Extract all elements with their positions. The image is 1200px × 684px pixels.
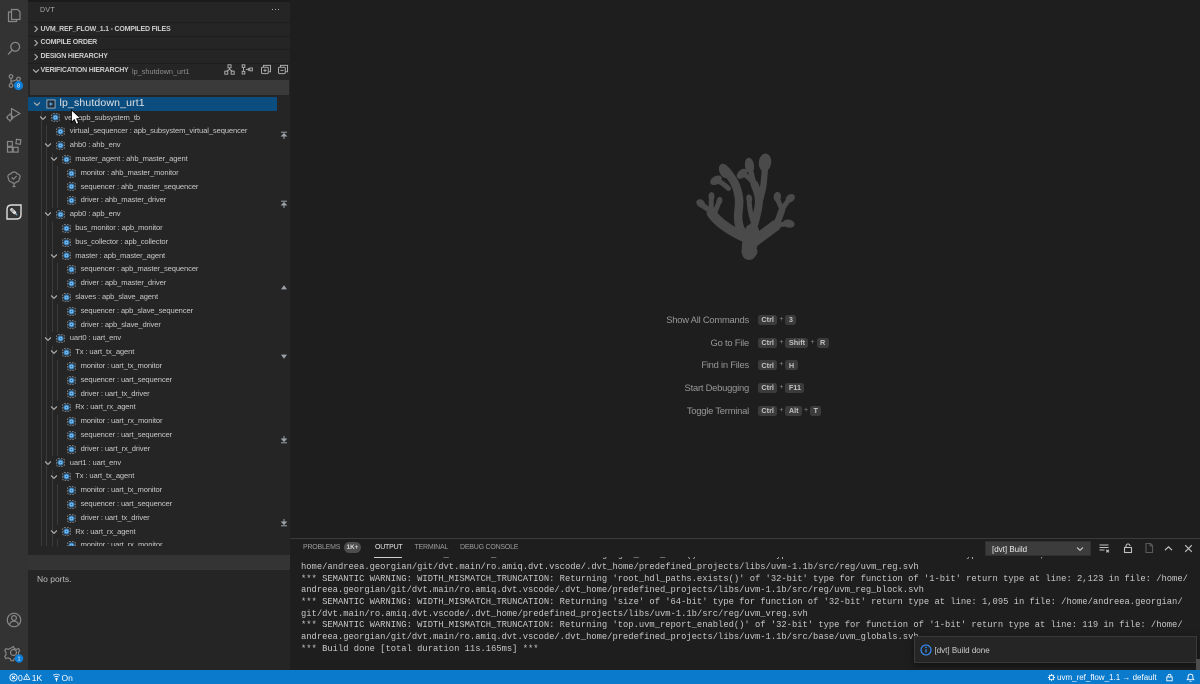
svg-text:8: 8 [17, 83, 20, 89]
svg-text:1: 1 [17, 656, 20, 662]
